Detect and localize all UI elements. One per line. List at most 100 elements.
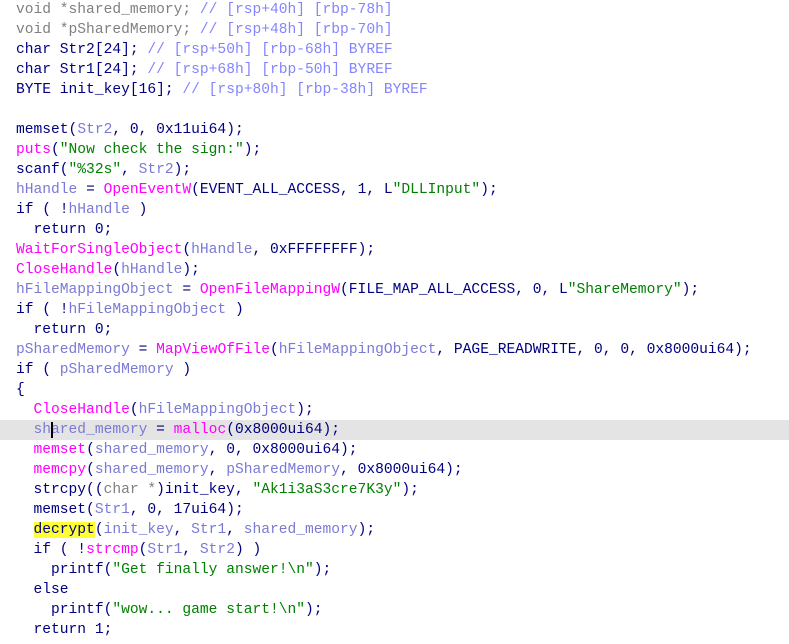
code-text: ) — [226, 302, 244, 318]
function-call[interactable]: OpenFileMappingW — [200, 282, 340, 298]
code-line[interactable]: CloseHandle(hFileMappingObject); — [0, 400, 789, 420]
function-call[interactable]: memset — [34, 442, 87, 458]
code-text: ( — [270, 342, 279, 358]
variable[interactable]: pSharedMemory — [60, 362, 174, 378]
variable[interactable]: hFileMappingObject — [139, 402, 297, 418]
code-text: ); — [681, 282, 700, 298]
code-text: , — [173, 522, 192, 538]
code-text: ( — [51, 142, 60, 158]
function-call[interactable]: memcpy — [34, 462, 87, 478]
code-line[interactable] — [0, 100, 789, 120]
variable[interactable]: hFileMappingObject — [69, 302, 227, 318]
code-line[interactable]: char Str1[24]; // [rsp+68h] [rbp-50h] BY… — [0, 60, 789, 80]
variable[interactable]: pSharedMemory — [16, 342, 130, 358]
declaration: void *pSharedMemory; — [16, 22, 200, 38]
code-text: return 0; — [16, 322, 113, 338]
string-literal: "Now check the sign:" — [59, 142, 244, 158]
comment: // [rsp+40h] [rbp-78h] — [199, 2, 393, 18]
code-text: (FILE_MAP_ALL_ACCESS, 0, L — [340, 282, 568, 298]
highlighted-identifier[interactable]: decrypt — [33, 522, 95, 538]
code-text: if ( ! — [16, 302, 69, 318]
comment: // [rsp+68h] [rbp-50h] BYREF — [147, 62, 393, 78]
string-literal: "%32s" — [68, 162, 122, 178]
code-text: char Str2[24]; — [16, 42, 148, 58]
variable[interactable]: Str2 — [77, 122, 112, 138]
code-line[interactable]: if ( pSharedMemory ) — [0, 360, 789, 380]
code-line[interactable]: return 0; — [0, 220, 789, 240]
variable[interactable]: Str2 — [139, 162, 174, 178]
code-text: , PAGE_READWRITE, 0, 0, 0x8000ui64); — [436, 342, 752, 358]
function-call[interactable]: strcmp — [86, 542, 139, 558]
code-line[interactable]: puts("Now check the sign:"); — [0, 140, 789, 160]
code-line[interactable]: return 1; — [0, 620, 789, 640]
code-line[interactable]: CloseHandle(hHandle); — [0, 260, 789, 280]
code-text: if ( ! — [16, 202, 69, 218]
code-line[interactable]: hFileMappingObject = OpenFileMappingW(FI… — [0, 280, 789, 300]
variable[interactable]: shared_memory — [95, 442, 209, 458]
code-text: ); — [305, 602, 323, 618]
code-line[interactable]: scanf("%32s", Str2); — [0, 160, 789, 180]
code-text: ( — [94, 522, 104, 538]
code-line[interactable]: void *shared_memory; // [rsp+40h] [rbp-7… — [0, 0, 789, 20]
code-line[interactable]: WaitForSingleObject(hHandle, 0xFFFFFFFF)… — [0, 240, 789, 260]
code-line[interactable]: { — [0, 380, 789, 400]
variable[interactable]: Str1 — [95, 502, 130, 518]
variable[interactable]: hHandle — [16, 182, 77, 198]
code-line[interactable]: return 0; — [0, 320, 789, 340]
code-text: BYTE init_key[16]; — [16, 82, 183, 98]
code-line[interactable]: memset(Str1, 0, 17ui64); — [0, 500, 789, 520]
variable[interactable]: Str2 — [200, 542, 235, 558]
code-line[interactable]: if ( !hHandle ) — [0, 200, 789, 220]
variable[interactable]: hFileMappingObject — [279, 342, 437, 358]
function-call[interactable]: CloseHandle — [16, 262, 112, 278]
code-text: return 0; — [16, 222, 113, 238]
variable[interactable]: hHandle — [69, 202, 130, 218]
code-text: printf( — [16, 562, 113, 578]
code-line[interactable]: char Str2[24]; // [rsp+50h] [rbp-68h] BY… — [0, 40, 789, 60]
variable[interactable]: hHandle — [121, 262, 182, 278]
code-line[interactable]: printf("Get finally answer!\n"); — [0, 560, 789, 580]
code-text: , 0, 17ui64); — [129, 502, 244, 518]
code-line[interactable]: BYTE init_key[16]; // [rsp+80h] [rbp-38h… — [0, 80, 789, 100]
code-text: ); — [296, 402, 314, 418]
function-call[interactable]: CloseHandle — [34, 402, 130, 418]
code-text: if ( ! — [16, 542, 87, 558]
variable[interactable]: Str1 — [147, 542, 182, 558]
code-line[interactable]: decrypt(init_key, Str1, shared_memory); — [0, 520, 789, 540]
function-call[interactable]: malloc — [174, 422, 227, 438]
code-line[interactable]: pSharedMemory = MapViewOfFile(hFileMappi… — [0, 340, 789, 360]
code-text: (0x8000ui64); — [226, 422, 341, 438]
variable[interactable]: shared_memory — [95, 462, 209, 478]
variable[interactable]: pSharedMemory — [226, 462, 340, 478]
code-line[interactable]: memset(Str2, 0, 0x11ui64); — [0, 120, 789, 140]
variable[interactable]: hFileMappingObject — [16, 282, 174, 298]
code-line[interactable]: memcpy(shared_memory, pSharedMemory, 0x8… — [0, 460, 789, 480]
code-line[interactable]: printf("wow... game start!\n"); — [0, 600, 789, 620]
variable[interactable]: Str1 — [191, 522, 226, 538]
variable[interactable]: hHandle — [191, 242, 252, 258]
code-line[interactable]: hHandle = OpenEventW(EVENT_ALL_ACCESS, 1… — [0, 180, 789, 200]
code-line[interactable]: if ( !hFileMappingObject ) — [0, 300, 789, 320]
code-line-current[interactable]: shared_memory = malloc(0x8000ui64); — [0, 420, 789, 440]
code-text: if ( — [16, 362, 60, 378]
code-line[interactable]: else — [0, 580, 789, 600]
code-line[interactable]: strcpy((char *)init_key, "Ak1i3aS3cre7K3… — [0, 480, 789, 500]
code-line[interactable]: if ( !strcmp(Str1, Str2) ) — [0, 540, 789, 560]
pseudocode-view[interactable]: void *shared_memory; // [rsp+40h] [rbp-7… — [0, 0, 789, 640]
variable[interactable]: init_key — [104, 522, 174, 538]
code-text: char Str1[24]; — [16, 62, 148, 78]
code-line[interactable]: void *pSharedMemory; // [rsp+48h] [rbp-7… — [0, 20, 789, 40]
variable[interactable]: shared_memory — [244, 522, 358, 538]
function-call[interactable]: OpenEventW — [104, 182, 192, 198]
code-line[interactable]: memset(shared_memory, 0, 0x8000ui64); — [0, 440, 789, 460]
code-text: = — [77, 182, 104, 198]
code-text: ); — [182, 262, 200, 278]
text-cursor — [51, 422, 53, 438]
code-text: , 0x8000ui64); — [340, 462, 463, 478]
function-call[interactable]: puts — [16, 142, 51, 158]
code-text: ( — [86, 442, 95, 458]
code-text: ) — [129, 202, 148, 218]
function-call[interactable]: WaitForSingleObject — [16, 242, 182, 258]
function-call[interactable]: MapViewOfFile — [156, 342, 270, 358]
